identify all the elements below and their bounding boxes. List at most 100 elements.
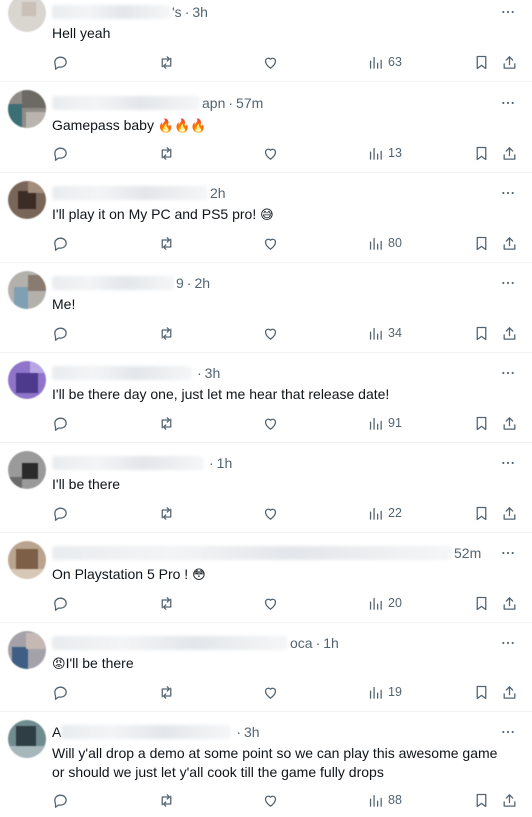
avatar[interactable] bbox=[8, 451, 46, 489]
like-button[interactable] bbox=[262, 790, 279, 810]
more-button[interactable] bbox=[498, 634, 518, 652]
views-button[interactable]: 91 bbox=[367, 413, 402, 433]
author-handle[interactable]: 's bbox=[172, 4, 182, 20]
more-button[interactable] bbox=[498, 94, 518, 112]
bookmark-button[interactable] bbox=[473, 593, 490, 613]
avatar[interactable] bbox=[8, 361, 46, 399]
author-name[interactable] bbox=[61, 725, 232, 739]
author-name[interactable] bbox=[52, 186, 208, 200]
bookmark-button[interactable] bbox=[473, 233, 490, 253]
avatar[interactable] bbox=[8, 631, 46, 669]
more-button[interactable] bbox=[498, 544, 518, 562]
like-button[interactable] bbox=[262, 52, 279, 72]
author-name[interactable] bbox=[52, 366, 192, 380]
reply-item[interactable]: oca · 1h 😡I'll be there 19 bbox=[0, 623, 532, 712]
repost-button[interactable] bbox=[158, 413, 175, 433]
timestamp[interactable]: 1h bbox=[217, 455, 233, 471]
share-button[interactable] bbox=[501, 790, 518, 810]
author-name[interactable] bbox=[52, 5, 170, 19]
more-button[interactable] bbox=[498, 3, 518, 21]
timestamp[interactable]: 3h bbox=[205, 365, 221, 381]
reply-item[interactable]: · 1h I'll be there 22 bbox=[0, 443, 532, 533]
avatar[interactable] bbox=[8, 0, 46, 32]
more-button[interactable] bbox=[498, 274, 518, 292]
author-handle[interactable]: apn bbox=[202, 95, 225, 111]
bookmark-button[interactable] bbox=[473, 503, 490, 523]
like-button[interactable] bbox=[262, 682, 279, 702]
reply-button[interactable] bbox=[52, 233, 69, 253]
reply-item[interactable]: 9 · 2h Me! 34 bbox=[0, 263, 532, 353]
views-button[interactable]: 80 bbox=[367, 233, 402, 253]
reply-item[interactable]: 52m On Playstation 5 Pro ! 😳 20 bbox=[0, 533, 532, 623]
timestamp[interactable]: 2h bbox=[210, 185, 226, 201]
share-button[interactable] bbox=[501, 52, 518, 72]
timestamp[interactable]: 3h bbox=[192, 4, 208, 20]
more-button[interactable] bbox=[498, 364, 518, 382]
bookmark-button[interactable] bbox=[473, 143, 490, 163]
reply-item[interactable]: · 3h I'll be there day one, just let me … bbox=[0, 353, 532, 443]
avatar[interactable] bbox=[8, 720, 46, 758]
views-button[interactable]: 20 bbox=[367, 593, 402, 613]
reply-button[interactable] bbox=[52, 682, 69, 702]
avatar[interactable] bbox=[8, 541, 46, 579]
bookmark-button[interactable] bbox=[473, 413, 490, 433]
repost-button[interactable] bbox=[158, 790, 175, 810]
share-button[interactable] bbox=[501, 323, 518, 343]
timestamp[interactable]: 52m bbox=[454, 545, 481, 561]
more-button[interactable] bbox=[498, 723, 518, 741]
share-button[interactable] bbox=[501, 593, 518, 613]
share-button[interactable] bbox=[501, 682, 518, 702]
reply-item[interactable]: A · 3h Will y'all drop a demo at some po… bbox=[0, 712, 532, 817]
avatar[interactable] bbox=[8, 271, 46, 309]
repost-button[interactable] bbox=[158, 323, 175, 343]
bookmark-button[interactable] bbox=[473, 790, 490, 810]
repost-button[interactable] bbox=[158, 682, 175, 702]
bookmark-button[interactable] bbox=[473, 682, 490, 702]
like-button[interactable] bbox=[262, 143, 279, 163]
more-button[interactable] bbox=[498, 454, 518, 472]
bookmark-button[interactable] bbox=[473, 323, 490, 343]
avatar[interactable] bbox=[8, 90, 46, 128]
views-button[interactable]: 34 bbox=[367, 323, 402, 343]
author-handle[interactable]: A bbox=[52, 724, 61, 740]
repost-button[interactable] bbox=[158, 503, 175, 523]
author-name[interactable] bbox=[52, 276, 174, 290]
repost-button[interactable] bbox=[158, 143, 175, 163]
author-name[interactable] bbox=[52, 636, 288, 650]
repost-button[interactable] bbox=[158, 52, 175, 72]
views-button[interactable]: 13 bbox=[367, 143, 402, 163]
reply-button[interactable] bbox=[52, 790, 69, 810]
like-button[interactable] bbox=[262, 233, 279, 253]
avatar[interactable] bbox=[8, 181, 46, 219]
more-button[interactable] bbox=[498, 184, 518, 202]
reply-item[interactable]: apn · 57m Gamepass baby 🔥🔥🔥 13 bbox=[0, 82, 532, 173]
timestamp[interactable]: 2h bbox=[194, 275, 210, 291]
share-button[interactable] bbox=[501, 233, 518, 253]
timestamp[interactable]: 3h bbox=[244, 724, 260, 740]
author-name[interactable] bbox=[52, 546, 452, 560]
reply-item[interactable]: 's · 3h Hell yeah 63 bbox=[0, 0, 532, 82]
reply-button[interactable] bbox=[52, 52, 69, 72]
like-button[interactable] bbox=[262, 413, 279, 433]
reply-button[interactable] bbox=[52, 143, 69, 163]
views-button[interactable]: 88 bbox=[367, 790, 402, 810]
author-handle[interactable]: oca bbox=[290, 635, 313, 651]
repost-button[interactable] bbox=[158, 593, 175, 613]
bookmark-button[interactable] bbox=[473, 52, 490, 72]
like-button[interactable] bbox=[262, 593, 279, 613]
reply-button[interactable] bbox=[52, 323, 69, 343]
like-button[interactable] bbox=[262, 323, 279, 343]
views-button[interactable]: 19 bbox=[367, 682, 402, 702]
reply-item[interactable]: 2h I'll play it on My PC and PS5 pro! 😅 … bbox=[0, 173, 532, 263]
author-name[interactable] bbox=[52, 96, 200, 110]
reply-button[interactable] bbox=[52, 593, 69, 613]
repost-button[interactable] bbox=[158, 233, 175, 253]
share-button[interactable] bbox=[501, 143, 518, 163]
reply-button[interactable] bbox=[52, 413, 69, 433]
views-button[interactable]: 63 bbox=[367, 52, 402, 72]
timestamp[interactable]: 57m bbox=[236, 95, 263, 111]
author-name[interactable] bbox=[52, 456, 204, 470]
author-handle[interactable]: 9 bbox=[176, 275, 184, 291]
views-button[interactable]: 22 bbox=[367, 503, 402, 523]
reply-button[interactable] bbox=[52, 503, 69, 523]
